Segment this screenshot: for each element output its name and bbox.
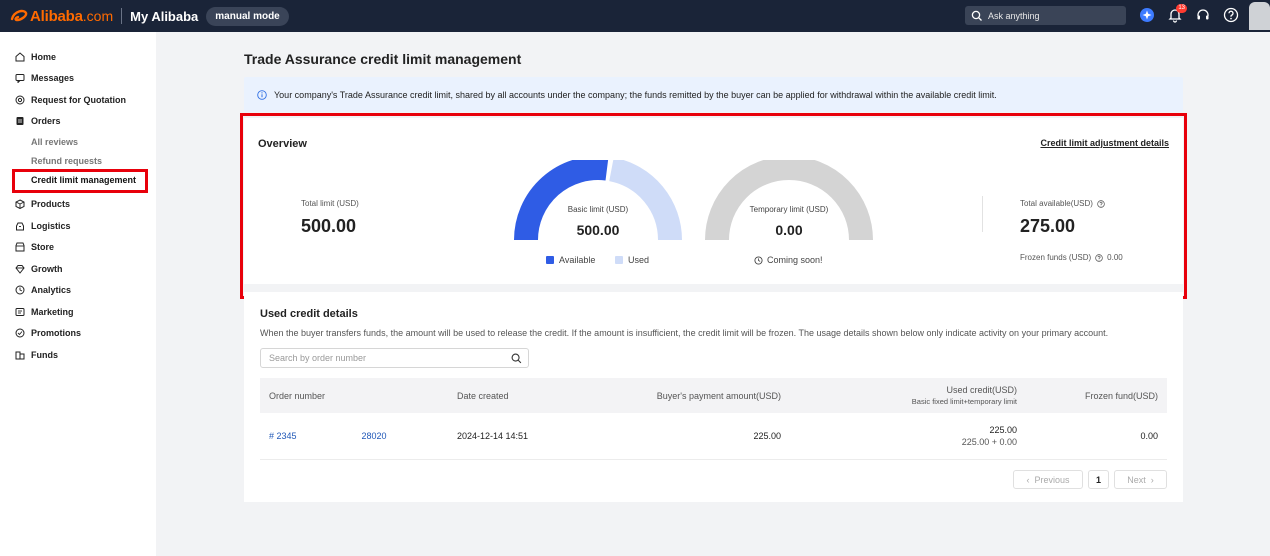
sidebar-item-label: Store xyxy=(31,242,55,252)
clock-icon xyxy=(15,285,25,295)
info-banner: Your company's Trade Assurance credit li… xyxy=(244,77,1183,112)
chevron-right-icon: › xyxy=(1150,474,1154,485)
used-credit-breakdown: 225.00 + 0.00 xyxy=(961,437,1017,447)
funds-icon xyxy=(15,351,25,360)
brand-name: Alibaba xyxy=(30,7,83,25)
order-suffix: 28020 xyxy=(361,431,387,441)
used-credit-title: Used credit details xyxy=(260,308,358,320)
sidebar: Home Messages Request for Quotation Orde… xyxy=(0,32,156,556)
order-prefix: # 2345 xyxy=(269,431,297,441)
sidebar-item-home[interactable]: Home xyxy=(15,52,56,62)
alibaba-logo[interactable]: Alibaba .com xyxy=(10,8,113,25)
sidebar-item-label: Promotions xyxy=(31,328,82,338)
sidebar-item-label: Logistics xyxy=(31,221,71,231)
promotion-icon xyxy=(15,328,25,338)
rfq-icon xyxy=(15,95,25,105)
sidebar-item-label: Products xyxy=(31,199,71,209)
sidebar-item-label: Analytics xyxy=(31,285,72,295)
sidebar-item-orders[interactable]: Orders xyxy=(15,116,61,126)
sidebar-sub-all-reviews[interactable]: All reviews xyxy=(31,137,78,147)
order-search-placeholder: Search by order number xyxy=(269,353,367,363)
store-icon xyxy=(15,242,25,252)
header-divider xyxy=(121,8,123,24)
diamond-icon xyxy=(15,265,25,274)
headset-support-icon[interactable] xyxy=(1195,7,1211,23)
col-used-credit-sub: Basic fixed limit+temporary limit xyxy=(911,397,1017,406)
ai-assistant-icon[interactable] xyxy=(1139,7,1155,23)
redacted-block xyxy=(296,432,362,442)
table-header: Order number Date created Buyer's paymen… xyxy=(260,378,1167,413)
notification-bell-icon[interactable]: 13 xyxy=(1167,4,1187,23)
sidebar-item-label: Request for Quotation xyxy=(31,95,126,105)
order-number-link[interactable]: # 2345 28020 xyxy=(269,431,387,442)
order-search-input[interactable]: Search by order number xyxy=(260,348,529,368)
col-used-credit: Used credit(USD) xyxy=(946,385,1017,395)
top-bar: Alibaba .com My Alibaba manual mode Ask … xyxy=(0,0,1270,32)
chevron-left-icon: ‹ xyxy=(1026,474,1030,485)
sidebar-item-growth[interactable]: Growth xyxy=(15,264,63,274)
sidebar-item-messages[interactable]: Messages xyxy=(15,73,74,83)
brand-suffix: .com xyxy=(82,8,114,24)
ask-anything-search[interactable]: Ask anything xyxy=(965,6,1126,25)
col-payment-amount: Buyer's payment amount(USD) xyxy=(656,391,781,401)
my-alibaba-title[interactable]: My Alibaba xyxy=(130,9,198,24)
sidebar-item-marketing[interactable]: Marketing xyxy=(15,307,74,317)
sidebar-item-funds[interactable]: Funds xyxy=(15,350,58,360)
info-text: Your company's Trade Assurance credit li… xyxy=(274,89,997,100)
info-icon xyxy=(257,89,267,100)
col-frozen-fund: Frozen fund(USD) xyxy=(1084,391,1158,401)
sidebar-item-label: Home xyxy=(31,52,57,62)
sidebar-item-analytics[interactable]: Analytics xyxy=(15,285,71,295)
marketing-icon xyxy=(15,308,25,316)
sidebar-item-store[interactable]: Store xyxy=(15,242,54,252)
used-credit-panel: Used credit details When the buyer trans… xyxy=(244,292,1183,502)
highlight-annotation xyxy=(12,169,148,193)
sidebar-item-products[interactable]: Products xyxy=(15,199,70,209)
sidebar-item-logistics[interactable]: Logistics xyxy=(15,221,71,231)
used-credit-cell: 225.00 xyxy=(989,425,1017,435)
frozen-fund-cell: 0.00 xyxy=(1140,431,1158,441)
next-label: Next xyxy=(1127,474,1146,485)
previous-page-button[interactable]: ‹ Previous xyxy=(1013,470,1083,489)
help-icon[interactable] xyxy=(1223,7,1239,23)
col-order-number: Order number xyxy=(269,391,326,401)
sidebar-item-label: Orders xyxy=(31,116,61,126)
sidebar-sub-refund-requests[interactable]: Refund requests xyxy=(31,156,102,166)
orders-icon xyxy=(16,117,24,125)
page-number-button[interactable]: 1 xyxy=(1088,470,1109,489)
page-title: Trade Assurance credit limit management xyxy=(244,51,522,67)
message-icon xyxy=(15,74,25,83)
sidebar-item-label: Marketing xyxy=(31,307,74,317)
sidebar-item-rfq[interactable]: Request for Quotation xyxy=(15,95,126,105)
search-icon xyxy=(971,10,982,21)
previous-label: Previous xyxy=(1034,474,1070,485)
box-icon xyxy=(15,199,25,209)
mode-toggle[interactable]: manual mode xyxy=(206,6,289,26)
col-date-created: Date created xyxy=(457,391,509,401)
table-row: # 2345 28020 2024-12-14 14:51 225.00 225.… xyxy=(260,413,1167,460)
notification-badge: 13 xyxy=(1176,4,1187,13)
search-placeholder: Ask anything xyxy=(988,10,1040,21)
highlight-annotation xyxy=(240,113,1187,299)
sidebar-item-label: Messages xyxy=(31,73,75,83)
sidebar-item-label: Growth xyxy=(31,264,63,274)
sidebar-item-promotions[interactable]: Promotions xyxy=(15,328,81,338)
user-avatar[interactable] xyxy=(1249,2,1270,30)
used-credit-description: When the buyer transfers funds, the amou… xyxy=(260,328,1109,338)
home-icon xyxy=(15,52,25,62)
next-page-button[interactable]: Next › xyxy=(1114,470,1167,489)
search-icon[interactable] xyxy=(511,353,522,364)
truck-icon xyxy=(16,222,24,231)
date-created-cell: 2024-12-14 14:51 xyxy=(457,431,529,441)
sidebar-item-label: Funds xyxy=(31,350,58,360)
payment-amount-cell: 225.00 xyxy=(753,431,781,441)
alibaba-logo-icon xyxy=(10,8,28,24)
